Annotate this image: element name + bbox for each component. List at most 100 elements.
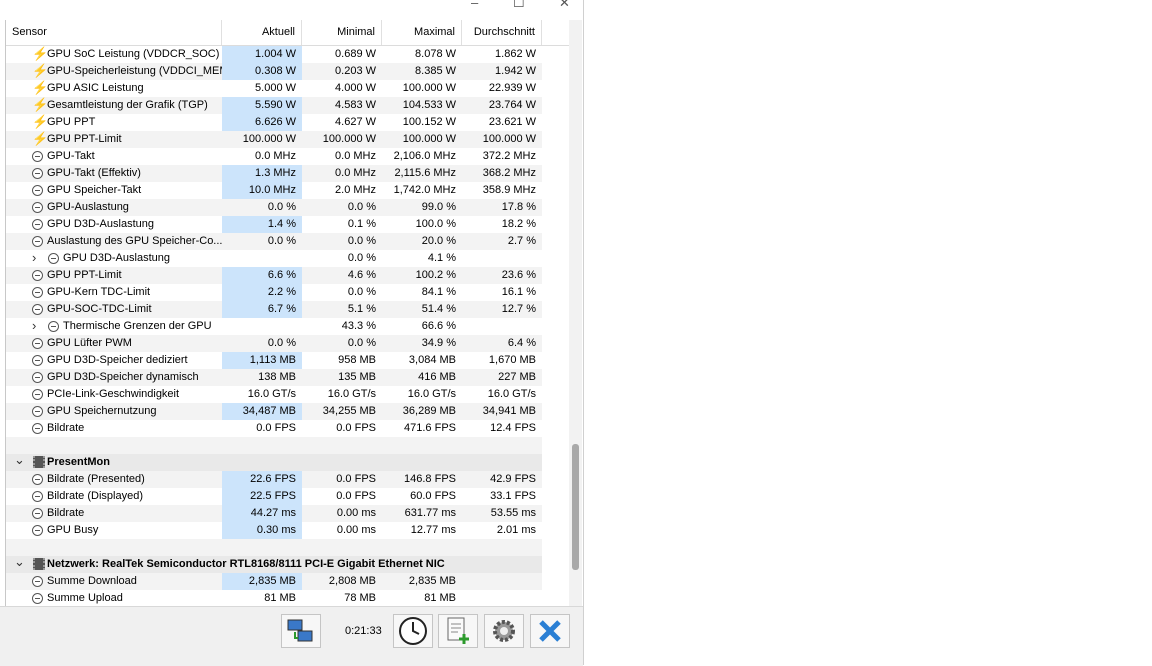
sensor-row[interactable]: ⚡ GPU-Speicherleistung (VDDCI_MEM) 0.308 W… — [6, 63, 569, 80]
sensor-row[interactable]: GPU Speicher-Takt 10.0 MHz 2.0 MHz 1,742.0 … — [6, 182, 569, 199]
chevron-down-icon[interactable]: ⌄ — [14, 556, 25, 570]
current-value: 0.0 % — [222, 199, 302, 216]
avg-value: 372.2 MHz — [482, 150, 536, 162]
min-value: 34,255 MB — [302, 403, 382, 420]
max-value: 4.1 % — [427, 252, 456, 264]
sensor-row[interactable]: GPU-Takt (Effektiv) 1.3 MHz 0.0 MHz 2,115.6… — [6, 165, 569, 182]
sensor-row[interactable]: GPU-SOC-TDC-Limit 6.7 % 5.1 % 51.4 % 12.7 % — [6, 301, 569, 318]
vertical-scrollbar[interactable] — [569, 20, 582, 606]
sensor-row[interactable]: GPU D3D-Speicher dediziert 1,113 MB 958 MB… — [6, 352, 569, 369]
sensor-row[interactable]: Bildrate (Displayed) 22.5 FPS 0.0 FPS 60.0 … — [6, 488, 569, 505]
sensor-label: GPU SoC Leistung (VDDCR_SOC) — [47, 48, 220, 60]
clock-icon — [32, 202, 43, 213]
sensor-name-cell: GPU-Takt (Effektiv) — [6, 165, 222, 182]
sensor-row[interactable]: GPU D3D-Speicher dynamisch 138 MB 135 MB 41… — [6, 369, 569, 386]
max-value: 8.078 W — [415, 48, 456, 60]
sensor-label: GPU D3D-Auslastung — [63, 252, 170, 264]
column-header-max[interactable]: Maximal — [382, 20, 462, 45]
sensor-row[interactable]: ⚡ GPU SoC Leistung (VDDCR_SOC) 1.004 W 0.68… — [6, 46, 569, 63]
exit-button[interactable] — [530, 614, 570, 648]
max-value: 471.6 FPS — [404, 422, 456, 434]
sensor-row[interactable]: Bildrate 0.0 FPS 0.0 FPS 471.6 FPS 12.4 FPS — [6, 420, 569, 437]
sensor-name-cell: › GPU D3D-Auslastung — [6, 250, 222, 267]
max-value: 100.0 % — [415, 218, 456, 230]
sensor-row[interactable]: ⚡ GPU PPT-Limit 100.000 W 100.000 W 100.000 … — [6, 131, 569, 148]
min-value: 100.000 W — [302, 131, 382, 148]
max-value: 84.1 % — [421, 286, 456, 298]
group-row[interactable]: ⌄ PresentMon — [6, 454, 569, 471]
sensor-row[interactable]: Summe Upload 81 MB 78 MB 81 MB — [6, 590, 569, 606]
avg-value: 16.0 GT/s — [487, 388, 536, 400]
sensor-label: GPU D3D-Speicher dynamisch — [47, 371, 199, 383]
current-value: 2,835 MB — [222, 573, 302, 590]
min-value: 4.583 W — [302, 97, 382, 114]
sensor-row[interactable]: GPU-Auslastung 0.0 % 0.0 % 99.0 % 17.8 % — [6, 199, 569, 216]
sensor-label: Bildrate (Presented) — [47, 473, 145, 485]
clock-icon — [32, 406, 43, 417]
sensor-label: Auslastung des GPU Speicher-Co... — [47, 235, 222, 247]
network-button[interactable] — [281, 614, 321, 648]
avg-value — [462, 590, 542, 606]
min-value: 0.203 W — [302, 63, 382, 80]
current-value: 22.5 FPS — [222, 488, 302, 505]
timer-button[interactable] — [393, 614, 433, 648]
min-value: 0.0 % — [347, 252, 376, 264]
clock-icon — [32, 151, 43, 162]
column-header-min[interactable]: Minimal — [302, 20, 382, 45]
report-add-icon — [447, 617, 469, 644]
group-row[interactable]: ⌄ Netzwerk: RealTek Semiconductor RTL8168… — [6, 556, 569, 573]
avg-value: 1.942 W — [462, 63, 542, 80]
avg-value — [462, 573, 542, 590]
sensor-row[interactable]: GPU-Kern TDC-Limit 2.2 % 0.0 % 84.1 % 16.1 % — [6, 284, 569, 301]
sensor-row[interactable]: Summe Download 2,835 MB 2,808 MB 2,835 MB — [6, 573, 569, 590]
sensor-label: GPU PPT-Limit — [47, 133, 122, 145]
chevron-down-icon[interactable]: ⌄ — [14, 454, 25, 468]
scrollbar-thumb[interactable] — [572, 444, 579, 570]
current-value: 5.000 W — [255, 82, 296, 94]
bolt-icon: ⚡ — [32, 80, 49, 95]
clock-icon — [48, 321, 59, 332]
avg-value: 12.7 % — [462, 301, 542, 318]
sensor-row[interactable]: GPU Speichernutzung 34,487 MB 34,255 MB 36,… — [6, 403, 569, 420]
close-window-button[interactable]: ✕ — [559, 0, 570, 10]
sensor-row[interactable]: › GPU D3D-Auslastung 0.0 % 4.1 % — [6, 250, 569, 267]
column-header-current[interactable]: Aktuell — [222, 20, 302, 45]
column-header-sensor[interactable]: Sensor — [6, 20, 222, 45]
sensor-label: GPU PPT-Limit — [47, 269, 122, 281]
max-value: 104.533 W — [382, 97, 462, 114]
settings-button[interactable] — [484, 614, 524, 648]
gear-icon — [493, 620, 515, 642]
max-value: 34.9 % — [382, 335, 462, 352]
report-button[interactable] — [438, 614, 478, 648]
min-value: 5.1 % — [302, 301, 382, 318]
sensor-row[interactable]: GPU Busy 0.30 ms 0.00 ms 12.77 ms 2.01 ms — [6, 522, 569, 539]
column-header-avg[interactable]: Durchschnitt — [462, 20, 542, 45]
sensor-row[interactable]: GPU-Takt 0.0 MHz 0.0 MHz 2,106.0 MHz 372.2 M… — [6, 148, 569, 165]
sensor-label: GPU PPT — [47, 116, 96, 128]
minimize-button[interactable]: – — [471, 0, 478, 10]
min-value: 16.0 GT/s — [327, 388, 376, 400]
chevron-right-icon[interactable]: › — [32, 318, 36, 334]
sensor-row[interactable]: Bildrate 44.27 ms 0.00 ms 631.77 ms 53.55 ms — [6, 505, 569, 522]
sensor-row[interactable]: GPU D3D-Auslastung 1.4 % 0.1 % 100.0 % 18.2 … — [6, 216, 569, 233]
network-icon — [287, 619, 313, 642]
clock-icon — [32, 270, 43, 281]
sensor-row[interactable]: GPU PPT-Limit 6.6 % 4.6 % 100.2 % 23.6 % — [6, 267, 569, 284]
min-value: 0.0 FPS — [336, 490, 376, 502]
sensor-row[interactable]: PCIe-Link-Geschwindigkeit 16.0 GT/s 16.0 G… — [6, 386, 569, 403]
sensor-row[interactable]: ⚡ GPU ASIC Leistung 5.000 W 4.000 W 100.000 … — [6, 80, 569, 97]
sensor-row[interactable]: ⚡ GPU PPT 6.626 W 4.627 W 100.152 W 23.621 W — [6, 114, 569, 131]
clock-icon — [32, 168, 43, 179]
max-value: 16.0 GT/s — [407, 388, 456, 400]
chevron-right-icon[interactable]: › — [32, 250, 36, 266]
maximize-button[interactable]: ☐ — [513, 0, 525, 10]
sensor-label: Thermische Grenzen der GPU — [63, 320, 212, 332]
sensor-row[interactable]: Bildrate (Presented) 22.6 FPS 0.0 FPS 146.8… — [6, 471, 569, 488]
sensor-name-cell: Bildrate (Displayed) — [6, 488, 222, 505]
sensor-row[interactable]: › Thermische Grenzen der GPU 43.3 % 66.6 % — [6, 318, 569, 335]
sensor-row[interactable]: GPU Lüfter PWM 0.0 % 0.0 % 34.9 % 6.4 % — [6, 335, 569, 352]
sensor-row[interactable]: ⚡ Gesamtleistung der Grafik (TGP) 5.590 W4… — [6, 97, 569, 114]
sensor-name-cell: GPU D3D-Auslastung — [6, 216, 222, 233]
current-value: 1.004 W — [222, 46, 302, 63]
sensor-row[interactable]: Auslastung des GPU Speicher-Co... 0.0 % 0.… — [6, 233, 569, 250]
